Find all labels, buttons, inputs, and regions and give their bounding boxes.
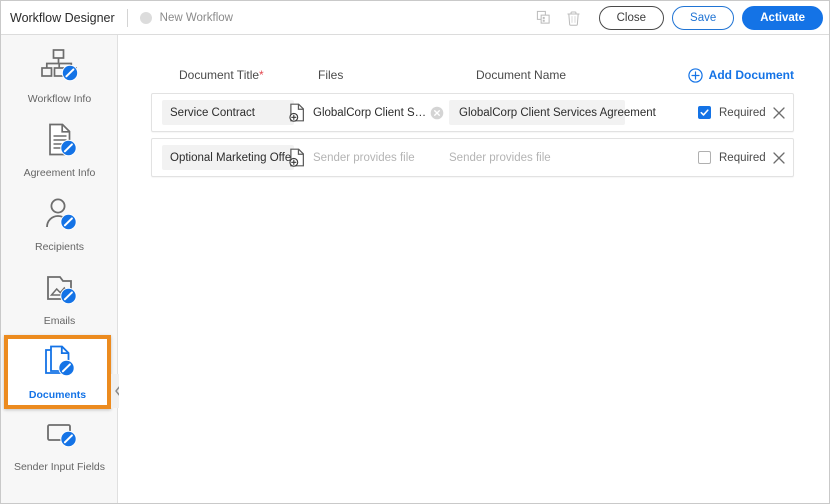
documents-panel: Document Title* Files Document Name Add … xyxy=(119,35,829,503)
sidebar-item-label: Documents xyxy=(28,388,87,401)
required-checkbox[interactable] xyxy=(698,106,711,119)
sidebar-item-documents[interactable]: Documents xyxy=(4,335,111,409)
document-title-input[interactable]: Service Contract xyxy=(162,100,294,125)
documents-table-body: Service Contract GlobalCorp Client Servi… xyxy=(151,93,794,177)
clear-circle-icon xyxy=(430,106,444,119)
add-document-label: Add Document xyxy=(708,68,794,82)
add-document-button[interactable]: Add Document xyxy=(687,67,794,83)
check-icon xyxy=(700,109,709,116)
sidebar-item-label: Workflow Info xyxy=(27,92,92,105)
sidebar-item-sender-input-fields[interactable]: Sender Input Fields xyxy=(1,409,118,483)
close-icon xyxy=(773,106,785,119)
trash-icon xyxy=(567,10,580,26)
table-row: Optional Marketing Offer Sender provides… xyxy=(151,138,794,177)
copy-icon xyxy=(537,10,550,24)
document-name-input[interactable]: Sender provides file xyxy=(449,145,625,170)
workflow-name: New Workflow xyxy=(159,11,233,24)
required-marker: * xyxy=(259,68,264,82)
required-toggle[interactable]: Required xyxy=(698,151,766,164)
sender-input-fields-icon xyxy=(46,423,77,447)
top-toolbar: Workflow Designer New Workflow Close Sav… xyxy=(1,1,829,35)
column-header-files: Files xyxy=(318,68,344,82)
documents-icon xyxy=(44,345,75,376)
table-row: Service Contract GlobalCorp Client Servi… xyxy=(151,93,794,132)
sidebar-item-emails[interactable]: Emails xyxy=(1,261,118,335)
required-label: Required xyxy=(719,151,766,164)
remove-row-button[interactable] xyxy=(772,106,786,120)
save-button[interactable]: Save xyxy=(672,5,735,30)
title-divider xyxy=(126,8,128,27)
sidebar-item-recipients[interactable]: Recipients xyxy=(1,187,118,261)
file-picker[interactable]: GlobalCorp Client Servic... xyxy=(289,103,449,122)
sidebar-item-label: Agreement Info xyxy=(23,166,96,179)
copy-button[interactable] xyxy=(531,5,557,31)
plus-circle-icon xyxy=(687,67,703,83)
clear-file-button[interactable] xyxy=(430,106,444,120)
file-name-placeholder: Sender provides file xyxy=(313,151,415,164)
sidebar-item-workflow-info[interactable]: Workflow Info xyxy=(1,39,118,113)
column-header-document-name: Document Name xyxy=(476,68,567,82)
remove-row-button[interactable] xyxy=(772,151,786,165)
add-file-icon xyxy=(289,148,304,167)
sidebar-item-label: Recipients xyxy=(34,240,85,253)
file-picker[interactable]: Sender provides file xyxy=(289,148,449,167)
recipients-icon xyxy=(45,198,77,230)
workflow-designer-window: Workflow Designer New Workflow Close Sav… xyxy=(0,0,830,504)
emails-icon xyxy=(46,275,77,304)
activate-button[interactable]: Activate xyxy=(742,5,823,30)
close-icon xyxy=(773,151,785,164)
document-name-input[interactable]: GlobalCorp Client Services Agreement xyxy=(449,100,656,125)
sidebar-item-label: Emails xyxy=(43,314,76,327)
left-sidebar: Workflow Info Agreement Info Recipients xyxy=(1,35,118,503)
workflow-status-dot xyxy=(139,11,152,24)
sidebar-item-agreement-info[interactable]: Agreement Info xyxy=(1,113,118,187)
agreement-info-icon xyxy=(48,123,77,156)
required-label: Required xyxy=(719,106,766,119)
page-title: Workflow Designer xyxy=(10,10,115,25)
file-name: GlobalCorp Client Servic... xyxy=(313,106,431,119)
toolbar-actions: Close Save Activate xyxy=(531,5,829,31)
document-title-input[interactable]: Optional Marketing Offer xyxy=(162,145,294,170)
required-checkbox[interactable] xyxy=(698,151,711,164)
sidebar-item-label: Sender Input Fields xyxy=(13,460,106,473)
required-toggle[interactable]: Required xyxy=(698,106,766,119)
documents-table-header: Document Title* Files Document Name Add … xyxy=(151,57,816,93)
add-file-icon xyxy=(289,103,304,122)
workflow-info-icon xyxy=(40,48,78,81)
delete-button[interactable] xyxy=(561,5,587,31)
close-button[interactable]: Close xyxy=(598,5,665,30)
column-header-document-title: Document Title* xyxy=(179,68,264,82)
